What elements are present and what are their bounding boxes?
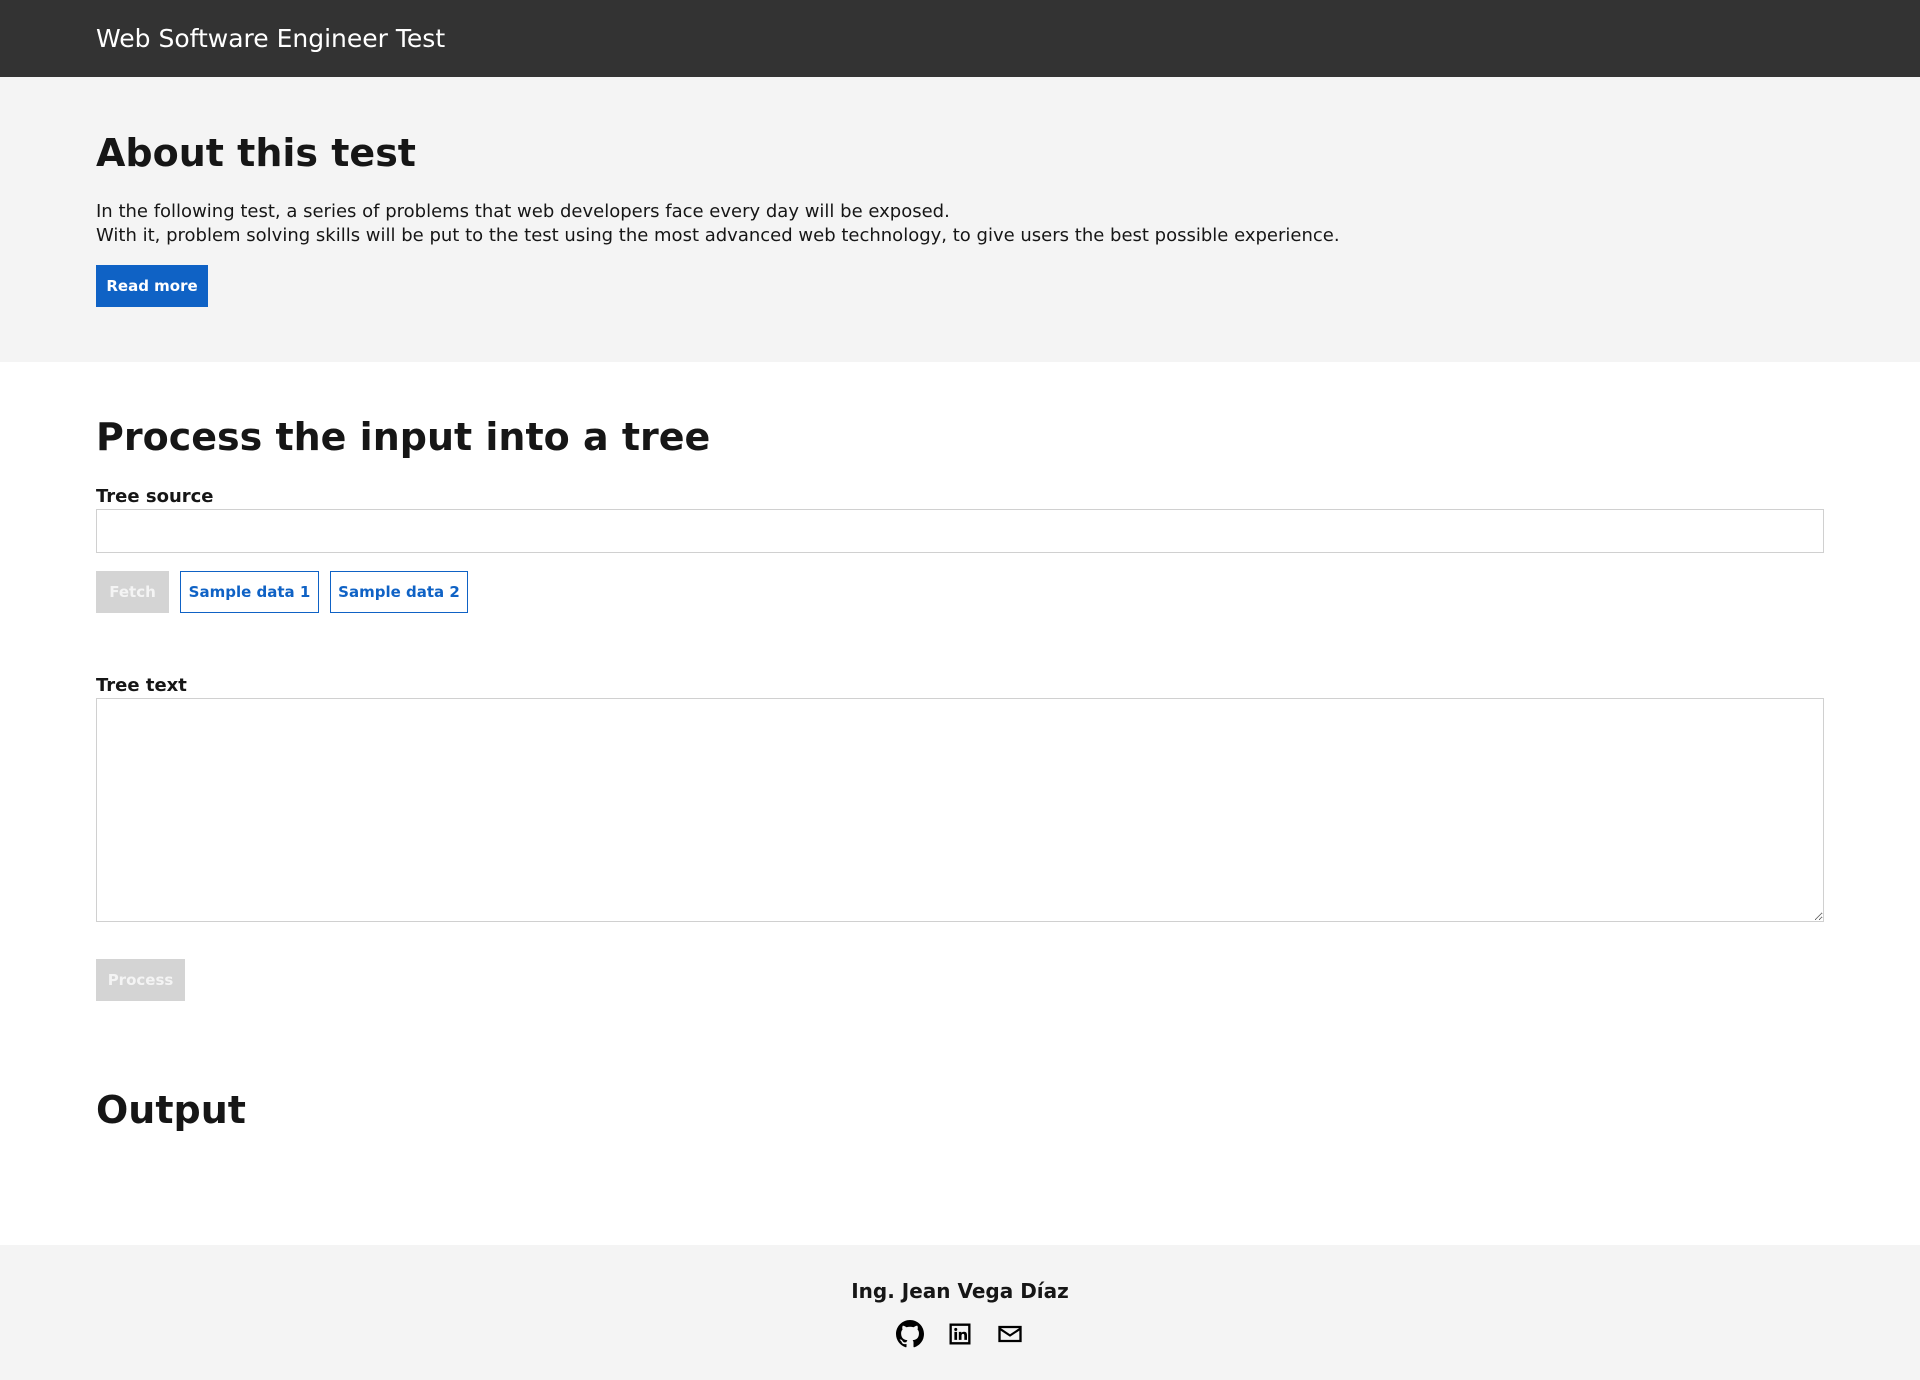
tree-text-area[interactable]	[96, 698, 1824, 922]
app-header: Web Software Engineer Test	[0, 0, 1920, 77]
process-heading: Process the input into a tree	[96, 415, 711, 459]
process-button[interactable]: Process	[96, 959, 185, 1001]
output-heading: Output	[96, 1088, 246, 1132]
about-description: In the following test, a series of probl…	[96, 200, 1496, 248]
sample-data-2-button[interactable]: Sample data 2	[330, 571, 468, 613]
about-line-1: In the following test, a series of probl…	[96, 201, 950, 222]
output-area	[96, 1140, 1824, 1240]
tree-source-label: Tree source	[96, 486, 214, 507]
footer-author: Ing. Jean Vega Díaz	[851, 1279, 1069, 1303]
tree-text-label: Tree text	[96, 675, 187, 696]
linkedin-icon[interactable]	[945, 1319, 975, 1349]
tree-source-input[interactable]	[96, 509, 1824, 553]
about-section: About this test In the following test, a…	[0, 77, 1920, 362]
sample-data-1-button[interactable]: Sample data 1	[180, 571, 319, 613]
about-heading: About this test	[96, 131, 416, 175]
about-line-2: With it, problem solving skills will be …	[96, 225, 1340, 246]
footer: Ing. Jean Vega Díaz	[0, 1245, 1920, 1380]
github-icon[interactable]	[895, 1319, 925, 1349]
page: Web Software Engineer Test About this te…	[0, 0, 1920, 1380]
read-more-button[interactable]: Read more	[96, 265, 208, 307]
mail-icon[interactable]	[995, 1319, 1025, 1349]
footer-links	[0, 1319, 1920, 1349]
app-title: Web Software Engineer Test	[96, 24, 446, 53]
fetch-button[interactable]: Fetch	[96, 571, 169, 613]
